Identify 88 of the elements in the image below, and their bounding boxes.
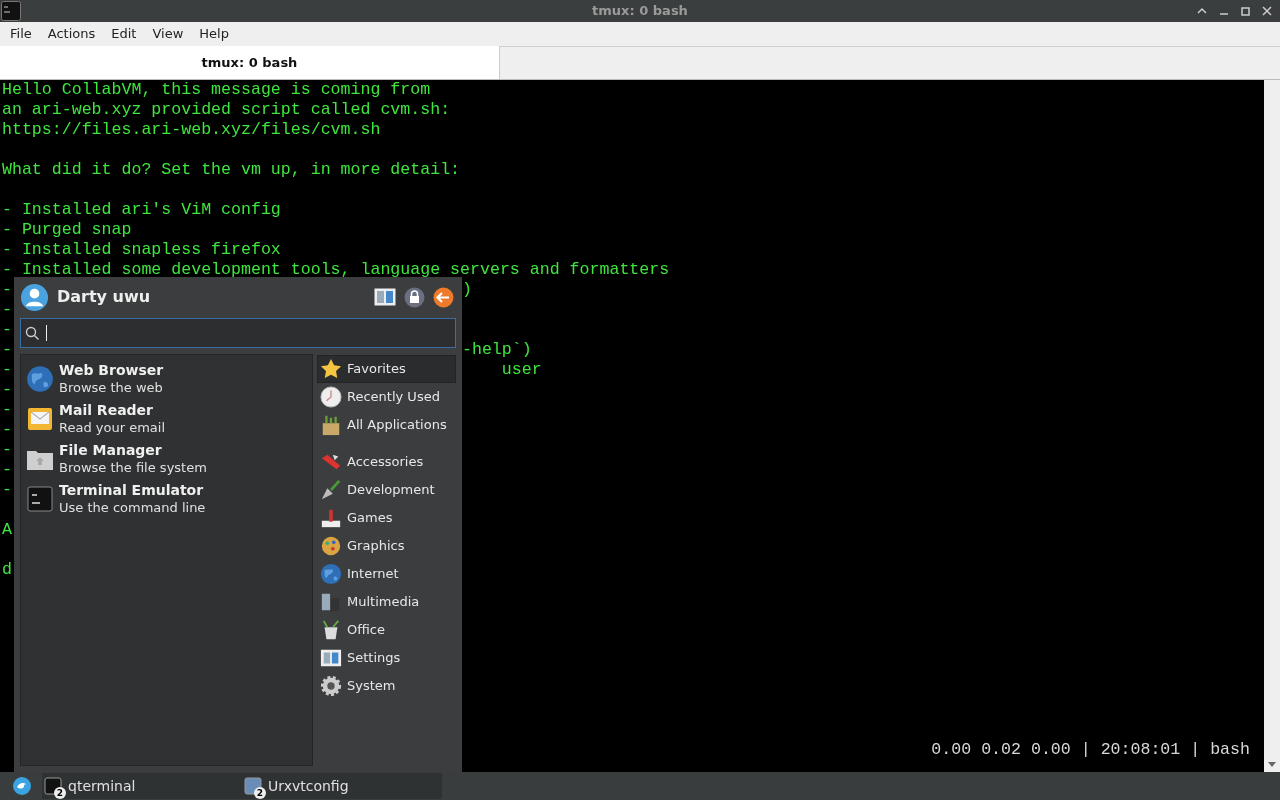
app-name: Mail Reader — [59, 402, 154, 419]
envelope-icon — [27, 407, 53, 431]
lock-icon[interactable] — [404, 286, 425, 308]
gear-icon — [320, 675, 342, 697]
trowel-icon — [320, 479, 342, 501]
terminal-line: - — [2, 300, 12, 320]
window-icon — [244, 777, 262, 795]
terminal-line: - — [2, 320, 12, 340]
app-name: Terminal Emulator — [59, 482, 205, 499]
terminal-line: an ari-web.xyz provided script called cvm.sh: — [2, 100, 451, 120]
terminal-line: - Purged snap — [2, 220, 132, 240]
terminal-line: - — [2, 360, 12, 380]
taskbar-button[interactable]: 2 qterminal — [42, 773, 242, 799]
terminal-line: - — [2, 440, 12, 460]
terminal-line: Hello CollabVM, this message is coming from — [2, 80, 431, 100]
user-name: Darty uwu — [57, 286, 151, 308]
menu-item[interactable]: Help — [191, 24, 237, 44]
category-item[interactable]: Recently Used — [317, 383, 456, 411]
terminal-line: What did it do? Set the vm up, in more detail: — [2, 160, 461, 180]
toolbox-icon — [320, 414, 342, 436]
app-description: Browse the web — [59, 379, 164, 396]
bird-logo-icon[interactable] — [12, 776, 32, 796]
app-description: Browse the file system — [59, 459, 207, 476]
terminal-line: - — [2, 480, 12, 500]
category-item[interactable]: All Applications — [317, 411, 456, 439]
terminal-line: A — [2, 520, 12, 540]
category-item[interactable]: Favorites — [317, 355, 456, 383]
terminal-line: - Installed ari's ViM config — [2, 200, 281, 220]
terminal-line: -help`) — [462, 340, 532, 360]
globe-icon — [320, 563, 342, 585]
menu-item[interactable]: Edit — [103, 24, 145, 44]
terminal-line: https://files.ari-web.xyz/files/cvm.sh — [2, 120, 381, 140]
scrollbar[interactable] — [1264, 80, 1280, 772]
user-avatar-icon — [20, 282, 49, 312]
badge: 2 — [54, 787, 66, 799]
category-item[interactable]: System — [317, 672, 456, 700]
badge: 2 — [254, 787, 266, 799]
search-icon — [25, 325, 40, 341]
terminal-line: d — [2, 560, 12, 580]
terminal-line: - — [2, 380, 12, 400]
terminal-line: - Installed snapless firefox — [2, 240, 281, 260]
close-icon[interactable] — [1262, 6, 1272, 16]
category-item[interactable]: Multimedia — [317, 588, 456, 616]
terminal-line: - — [2, 420, 12, 440]
terminal-line: - — [2, 400, 12, 420]
window-icon — [44, 777, 62, 795]
app-description: Use the command line — [59, 499, 206, 516]
settings-icon — [320, 647, 342, 669]
maximize-icon[interactable] — [1241, 6, 1250, 16]
search-field[interactable] — [20, 318, 456, 348]
category-item[interactable]: Development — [317, 476, 456, 504]
scroll-down-icon[interactable] — [1268, 762, 1276, 768]
menu-item[interactable]: View — [144, 24, 192, 44]
category-item[interactable]: Graphics — [317, 532, 456, 560]
joystick-icon — [320, 507, 342, 529]
category-item[interactable]: Accessories — [317, 448, 456, 476]
taskbar-button[interactable]: 2 Urxvtconfig — [242, 773, 442, 799]
menu-item[interactable]: File — [2, 24, 40, 44]
category-item[interactable]: Settings — [317, 644, 456, 672]
terminal-line: ) — [462, 280, 472, 300]
category-item[interactable]: Games — [317, 504, 456, 532]
app-launcher-item[interactable]: Mail Reader Read your email — [25, 399, 312, 439]
terminal-line: - — [2, 280, 12, 300]
tab[interactable]: tmux: 0 bash — [0, 46, 500, 79]
terminal-icon — [1, 1, 21, 21]
app-description: Read your email — [59, 419, 165, 436]
terminal-line: user — [500, 360, 542, 380]
app-name: Web Browser — [59, 362, 164, 379]
app-launcher-item[interactable]: Terminal Emulator Use the command line — [25, 479, 312, 519]
terminal-line: - — [2, 340, 12, 360]
menu-item[interactable]: Actions — [39, 24, 104, 44]
terminal-icon — [27, 486, 53, 512]
tmux-status-line: 0.00 0.02 0.00 | 20:08:01 | bash — [931, 740, 1250, 760]
chevron-up-icon[interactable] — [1197, 7, 1207, 15]
settings-icon[interactable] — [374, 288, 396, 306]
category-item[interactable]: Internet — [317, 560, 456, 588]
terminal-line: - Installed some development tools, language servers and formatters — [2, 260, 670, 280]
app-name: File Manager — [59, 442, 163, 459]
category-item[interactable]: Office — [317, 616, 456, 644]
palette-icon — [320, 535, 342, 557]
app-launcher-item[interactable]: Web Browser Browse the web — [25, 359, 312, 399]
globe-icon — [26, 365, 54, 393]
app-launcher-item[interactable]: File Manager Browse the file system — [25, 439, 312, 479]
star-icon — [320, 358, 342, 380]
window-title: tmux: 0 bash — [592, 2, 688, 21]
terminal-line: - — [2, 460, 12, 480]
clock-icon — [320, 386, 342, 408]
pen-cup-icon — [320, 619, 342, 641]
